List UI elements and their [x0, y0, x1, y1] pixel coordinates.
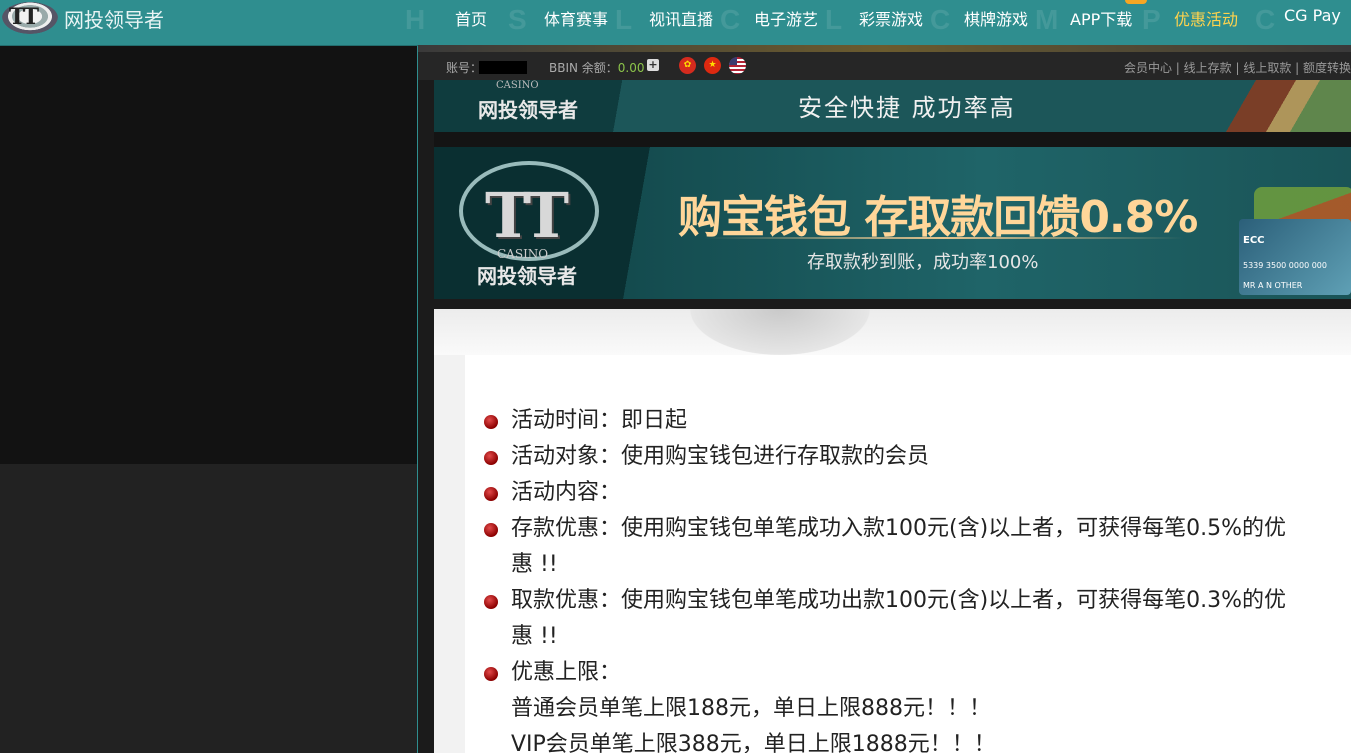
list-item-text: 活动内容：	[511, 480, 622, 505]
account-label: 账号：	[446, 61, 483, 75]
list-item-text: 优惠上限：	[511, 660, 622, 685]
watermark-letter: L	[825, 4, 843, 35]
big-logo-text: TT	[485, 179, 569, 252]
promo-banner-main[interactable]: TT CASINO 网投领导者 购宝钱包 存取款回馈0.8% 存取款秒到账，成功…	[434, 147, 1351, 299]
watermark-letter: M	[1035, 4, 1059, 35]
account-links[interactable]: 会员中心 | 线上存款 | 线上取款 | 额度转换	[1124, 59, 1351, 76]
list-item-text: 活动时间：即日起	[511, 408, 688, 433]
list-item: 优惠上限：	[482, 655, 1351, 691]
casino-label: CASINO	[497, 247, 549, 261]
banner-slogan: 安全快捷 成功率高	[798, 94, 1016, 122]
bbin-label: BBIN 余额：	[549, 61, 618, 75]
banner-gap	[434, 132, 1351, 147]
list-item: 活动对象：使用购宝钱包进行存取款的会员	[482, 439, 1351, 475]
nav-lottery[interactable]: 彩票游戏	[859, 6, 923, 30]
logo-icon: TT	[0, 0, 58, 36]
wallet-icon	[1224, 80, 1351, 132]
list-item-text: 活动对象：使用购宝钱包进行存取款的会员	[511, 444, 930, 469]
bullet-icon	[484, 595, 498, 609]
list-item-continuation: 惠 !!	[511, 552, 558, 577]
left-panel	[0, 46, 418, 464]
logo-text: TT	[9, 4, 39, 30]
us-flag-icon[interactable]	[729, 57, 746, 74]
nav-slots[interactable]: 电子游艺	[754, 6, 818, 30]
list-item-text: 存款优惠：使用购宝钱包单笔成功入款100元(含)以上者，可获得每笔0.5%的优	[511, 516, 1287, 541]
promo-banner-top[interactable]: CASINO 网投领导者 安全快捷 成功率高	[434, 80, 1351, 132]
list-item: 取款优惠：使用购宝钱包单笔成功出款100元(含)以上者，可获得每笔0.3%的优	[482, 583, 1351, 619]
bullet-icon	[484, 487, 498, 501]
account-masked-value	[479, 61, 527, 74]
promotion-list: 活动时间：即日起 活动对象：使用购宝钱包进行存取款的会员 活动内容： 存款优惠：…	[482, 403, 1351, 753]
banner-logo-text: 网投领导者	[477, 264, 577, 288]
nav-cg-pay[interactable]: CG Pay	[1284, 6, 1341, 25]
brand[interactable]: TT 网投领导者	[0, 0, 164, 36]
watermark-letter: P	[1142, 4, 1161, 35]
banner-subtitle: 存取款秒到账，成功率100%	[807, 252, 1039, 273]
credit-card-icon: 5339 3500 0000 000 MR A N OTHER	[1239, 219, 1351, 295]
watermark-letter: C	[930, 4, 951, 35]
nav-live-video[interactable]: 视讯直播	[649, 6, 713, 30]
nav-chess-cards[interactable]: 棋牌游戏	[964, 6, 1028, 30]
list-item: 活动内容：	[482, 475, 1351, 511]
balance-value: 0.00	[617, 61, 645, 75]
limit-vip: VIP会员单笔上限388元，单日上限1888元！！！	[511, 732, 996, 753]
cn-flag-icon[interactable]: ★	[704, 57, 721, 74]
nav-app-download[interactable]: APP下载	[1070, 6, 1132, 30]
brand-name: 网投领导者	[64, 7, 164, 32]
bullet-icon	[484, 415, 498, 429]
add-balance-button[interactable]: +	[647, 59, 659, 71]
banner-logo-text: 网投领导者	[478, 98, 578, 122]
list-item: 存款优惠：使用购宝钱包单笔成功入款100元(含)以上者，可获得每笔0.5%的优	[482, 511, 1351, 547]
watermark-letter: H	[405, 4, 426, 35]
panel-divider	[417, 46, 418, 753]
hk-flag-icon[interactable]: ✿	[679, 57, 696, 74]
tt-casino-logo-icon: TT CASINO	[459, 161, 599, 261]
list-item-continuation: 惠 !!	[511, 624, 558, 649]
watermark-letter: L	[615, 4, 633, 35]
hot-badge	[1125, 0, 1147, 4]
nav-promotions[interactable]: 优惠活动	[1174, 6, 1238, 30]
limit-normal: 普通会员单笔上限188元，单日上限888元！！！	[511, 696, 991, 721]
content-gutter	[434, 355, 465, 753]
headline-underline	[704, 237, 1184, 239]
list-item-text: 取款优惠：使用购宝钱包单笔成功出款100元(含)以上者，可获得每笔0.3%的优	[511, 588, 1287, 613]
watermark-letter: S	[508, 4, 527, 35]
bullet-icon	[484, 451, 498, 465]
bbin-balance-label: BBIN 余额：0.00	[549, 59, 645, 76]
card-number: 5339 3500 0000 000	[1243, 261, 1327, 270]
casino-label: CASINO	[496, 80, 539, 91]
bullet-icon	[484, 667, 498, 681]
card-brand: ECC	[1243, 235, 1265, 246]
content-header-image	[434, 309, 1351, 355]
list-item: 活动时间：即日起	[482, 403, 1351, 439]
left-panel-lower	[0, 464, 418, 753]
watermark-letter: C	[1255, 4, 1276, 35]
account-bar: 账号： BBIN 余额：0.00 + ✿ ★ 会员中心 | 线上存款 | 线上取…	[418, 52, 1351, 80]
nav-sports[interactable]: 体育赛事	[544, 6, 608, 30]
top-nav: TT 网投领导者 H S L C L C M P C 首页 体育赛事 视讯直播 …	[0, 0, 1351, 46]
card-holder: MR A N OTHER	[1243, 281, 1303, 290]
nav-home[interactable]: 首页	[455, 6, 487, 30]
watermark-letter: C	[720, 4, 741, 35]
banner-headline: 购宝钱包 存取款回馈0.8%	[678, 192, 1198, 243]
bullet-icon	[484, 523, 498, 537]
promotion-details: 活动时间：即日起 活动对象：使用购宝钱包进行存取款的会员 活动内容： 存款优惠：…	[465, 355, 1351, 753]
promo-strip	[418, 45, 1351, 52]
